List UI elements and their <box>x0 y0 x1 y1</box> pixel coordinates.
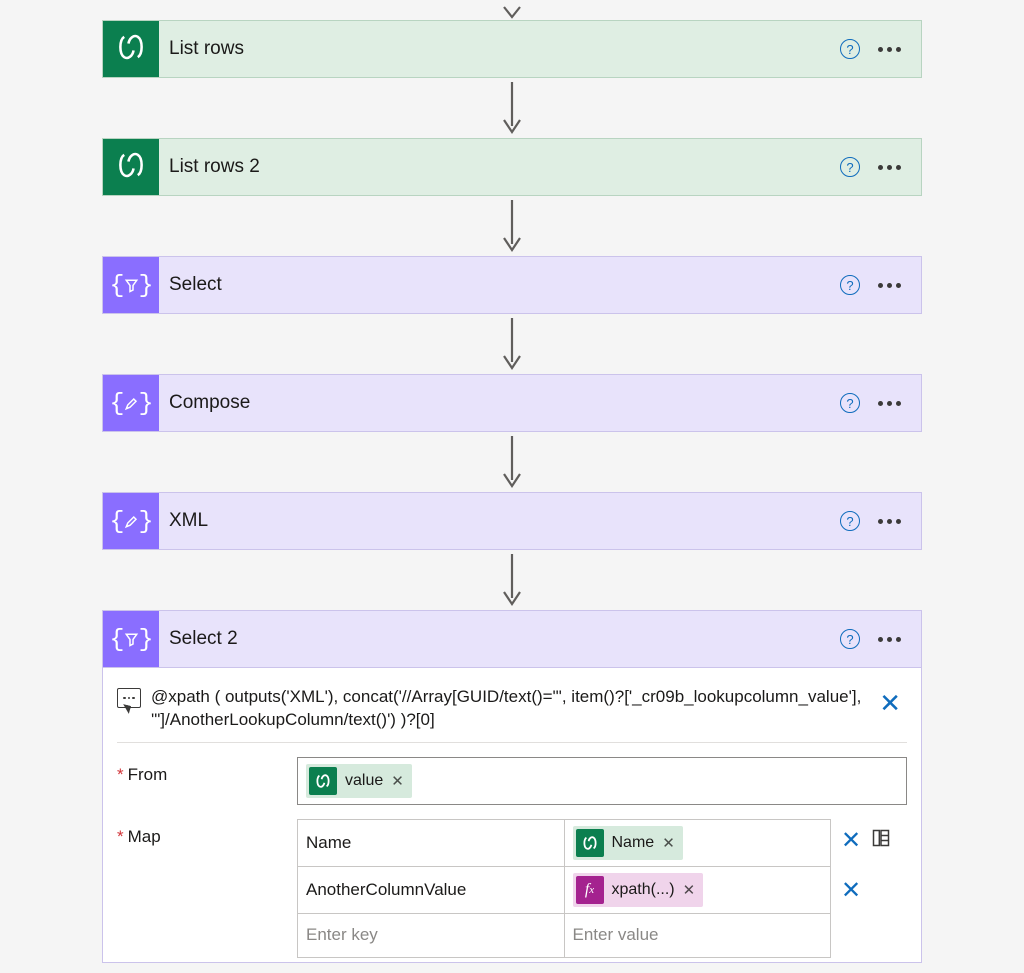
map-value-input[interactable]: fx xpath(...) ✕ <box>564 866 831 913</box>
connector-arrow <box>502 0 522 20</box>
step-select[interactable]: {} Select ? <box>102 256 922 314</box>
step-select-2-header[interactable]: {} Select 2 ? <box>103 611 921 667</box>
step-list-rows-2[interactable]: List rows 2 ? <box>102 138 922 196</box>
more-icon[interactable] <box>878 283 901 288</box>
map-value-input[interactable]: Name ✕ <box>564 819 831 866</box>
map-row: Name N <box>298 819 831 866</box>
map-key-input[interactable]: Enter key <box>298 913 565 957</box>
step-title: Compose <box>159 392 840 414</box>
dataverse-icon <box>576 829 604 857</box>
map-value-input[interactable]: Enter value <box>564 913 831 957</box>
map-table: Name N <box>297 819 831 958</box>
token-label: xpath(...) <box>612 881 675 899</box>
dataverse-icon <box>103 21 159 77</box>
comment-icon[interactable] <box>117 688 141 708</box>
help-icon[interactable]: ? <box>840 393 860 413</box>
map-value-token[interactable]: fx xpath(...) ✕ <box>573 873 704 907</box>
step-xml[interactable]: {} XML ? <box>102 492 922 550</box>
more-icon[interactable] <box>878 165 901 170</box>
dataverse-icon <box>309 767 337 795</box>
step-title: List rows <box>159 38 840 60</box>
help-icon[interactable]: ? <box>840 39 860 59</box>
map-row-actions: ✕ ✕ <box>841 819 907 913</box>
step-select-2-body: @xpath ( outputs('XML'), concat('//Array… <box>103 667 921 962</box>
step-title: Select 2 <box>159 628 840 650</box>
map-row-new: Enter key Enter value <box>298 913 831 957</box>
token-remove-icon[interactable]: ✕ <box>391 772 404 790</box>
expression-peek: @xpath ( outputs('XML'), concat('//Array… <box>117 680 907 743</box>
delete-row-button[interactable]: ✕ <box>841 829 861 853</box>
more-icon[interactable] <box>878 47 901 52</box>
dataop-icon: {} <box>103 611 159 667</box>
step-select-2: {} Select 2 ? @xpath ( outputs('XML'), c… <box>102 610 922 963</box>
delete-row-button[interactable]: ✕ <box>841 879 861 903</box>
from-input[interactable]: value ✕ <box>297 757 907 805</box>
help-icon[interactable]: ? <box>840 157 860 177</box>
step-title: List rows 2 <box>159 156 840 178</box>
dataop-icon: {} <box>103 493 159 549</box>
switch-map-mode-button[interactable] <box>871 828 891 853</box>
dataop-icon: {} <box>103 257 159 313</box>
connector-arrow <box>502 432 522 492</box>
more-icon[interactable] <box>878 401 901 406</box>
map-label: *Map <box>117 819 297 847</box>
from-label: *From <box>117 757 297 785</box>
expression-text: @xpath ( outputs('XML'), concat('//Array… <box>151 686 863 732</box>
token-remove-icon[interactable]: ✕ <box>683 881 696 899</box>
close-peek-button[interactable]: ✕ <box>873 686 907 721</box>
map-key-input[interactable]: AnotherColumnValue <box>298 866 565 913</box>
fx-icon: fx <box>576 876 604 904</box>
more-icon[interactable] <box>878 637 901 642</box>
token-label: value <box>345 772 383 790</box>
connector-arrow <box>502 314 522 374</box>
dataverse-icon <box>103 139 159 195</box>
flow-canvas: List rows ? List rows 2 ? <box>0 0 1024 973</box>
connector-arrow <box>502 196 522 256</box>
map-row: AnotherColumnValue fx xpath(...) ✕ <box>298 866 831 913</box>
more-icon[interactable] <box>878 519 901 524</box>
from-field: *From value ✕ <box>117 757 907 805</box>
map-value-token[interactable]: Name ✕ <box>573 826 683 860</box>
step-title: Select <box>159 274 840 296</box>
map-key-input[interactable]: Name <box>298 819 565 866</box>
dataop-icon: {} <box>103 375 159 431</box>
token-remove-icon[interactable]: ✕ <box>662 834 675 852</box>
connector-arrow <box>502 78 522 138</box>
help-icon[interactable]: ? <box>840 511 860 531</box>
token-label: Name <box>612 834 655 852</box>
step-title: XML <box>159 510 840 532</box>
from-token[interactable]: value ✕ <box>306 764 412 798</box>
step-list-rows[interactable]: List rows ? <box>102 20 922 78</box>
help-icon[interactable]: ? <box>840 629 860 649</box>
help-icon[interactable]: ? <box>840 275 860 295</box>
step-compose[interactable]: {} Compose ? <box>102 374 922 432</box>
map-field: *Map Name <box>117 819 907 958</box>
connector-arrow <box>502 550 522 610</box>
